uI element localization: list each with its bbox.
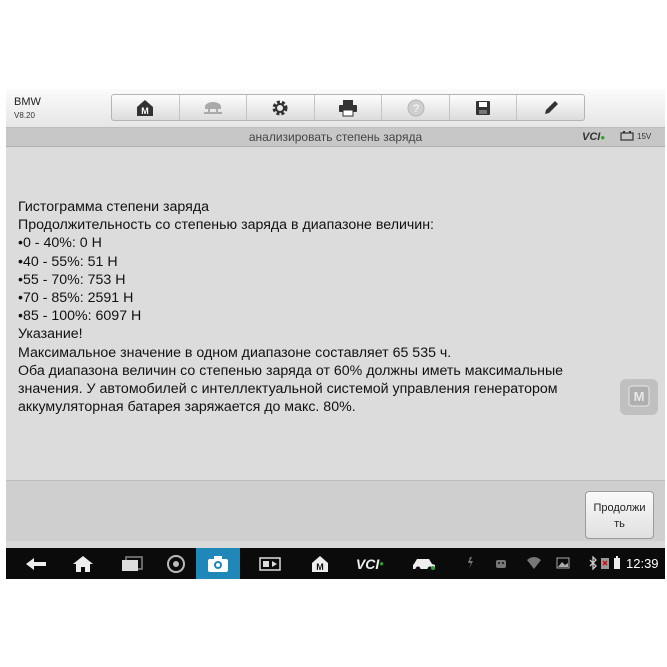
printer-icon <box>339 99 358 116</box>
charge-histogram-text: Гистограмма степени заряда Продолжительно… <box>18 198 563 416</box>
vci-button[interactable]: VCI ● <box>348 548 392 579</box>
text-line: •70 - 85%: 2591 Н <box>18 290 134 307</box>
maxisys-home-button[interactable]: M <box>300 548 340 579</box>
home-m-icon: M <box>137 99 154 116</box>
text-line: значения. У автомобилей с интеллектуальн… <box>18 381 558 398</box>
home-nav-button[interactable] <box>61 548 105 579</box>
page-title: анализировать степень заряда <box>248 130 423 144</box>
bluetooth-icon <box>588 555 598 575</box>
vci-connected-icon: ● <box>600 133 606 142</box>
wifi-icon <box>526 556 542 575</box>
vehicle-button[interactable] <box>404 548 444 579</box>
gear-icon <box>272 100 288 115</box>
print-button[interactable] <box>315 95 383 120</box>
lift-button[interactable] <box>180 95 248 120</box>
bottom-action-bar: Продолжить <box>6 480 665 541</box>
android-nav-bar: M VCI ● 12:39 <box>6 548 665 579</box>
svg-text:M: M <box>316 562 324 572</box>
edit-button[interactable] <box>517 95 584 120</box>
clock: 12:39 <box>626 556 659 571</box>
settings-button[interactable] <box>247 95 315 120</box>
usb-icon <box>464 556 476 575</box>
svg-text:M: M <box>634 389 645 404</box>
help-icon: ? <box>407 99 425 116</box>
save-button[interactable] <box>450 95 518 120</box>
car-battery-icon <box>620 131 634 141</box>
camera-button[interactable] <box>196 548 240 579</box>
vci-status: VCI● <box>582 131 605 143</box>
title-bar: анализировать степень заряда VCI● 15V <box>6 128 665 147</box>
text-line: •0 - 40%: 0 Н <box>18 235 102 252</box>
browser-button[interactable] <box>156 548 196 579</box>
continue-button[interactable]: Продолжить <box>585 491 654 539</box>
m-logo-icon: M <box>628 385 650 407</box>
car-icon <box>413 558 435 571</box>
svg-text:?: ? <box>413 103 419 115</box>
text-line: Указание! <box>18 326 83 343</box>
text-line: Максимальное значение в одном диапазоне … <box>18 344 452 361</box>
text-line: Оба диапазона величин со степенью заряда… <box>18 362 564 379</box>
display-button[interactable] <box>250 548 290 579</box>
top-bar: BMW V8.20 M ? <box>6 89 665 128</box>
save-icon <box>476 100 491 115</box>
back-button[interactable] <box>16 548 56 579</box>
battery-icon <box>613 556 621 575</box>
chrome-icon <box>167 554 185 573</box>
home-icon <box>73 555 93 572</box>
app-screen: BMW V8.20 M ? анализировать степень заря… <box>6 89 665 579</box>
content-area: Гистограмма степени заряда Продолжительно… <box>6 147 665 480</box>
toolbar: M ? <box>111 94 585 121</box>
android-debug-icon <box>494 556 508 575</box>
battery-voltage: 15V <box>637 131 652 141</box>
vci-nav-label: VCI <box>355 555 380 572</box>
floating-m-button[interactable]: M <box>620 379 658 415</box>
screen-record-icon <box>259 556 281 571</box>
home-m-icon: M <box>312 555 328 572</box>
text-line: •55 - 70%: 753 Н <box>18 271 126 288</box>
text-line: Гистограмма степени заряда <box>18 199 210 215</box>
car-lift-icon <box>203 101 222 114</box>
app-version: V8.20 <box>14 111 35 120</box>
vci-connected-icon: ● <box>379 559 385 568</box>
back-icon <box>26 557 46 570</box>
brand-block: BMW V8.20 <box>14 96 41 122</box>
recent-apps-button[interactable] <box>110 548 154 579</box>
vci-label: VCI <box>582 131 601 143</box>
text-line: аккумуляторная батарея заряжается до мак… <box>18 399 356 416</box>
home-button[interactable]: M <box>112 95 180 120</box>
no-sim-icon <box>600 556 610 575</box>
battery-status: 15V <box>620 131 651 141</box>
text-line: Продолжительность со степенью заряда в д… <box>18 217 434 234</box>
brand-name: BMW <box>14 96 41 108</box>
help-button[interactable]: ? <box>382 95 450 120</box>
pen-icon <box>544 100 558 114</box>
svg-text:M: M <box>142 106 150 116</box>
recent-apps-icon <box>122 555 143 571</box>
text-line: •85 - 100%: 6097 Н <box>18 308 142 325</box>
camera-icon <box>208 555 228 572</box>
image-icon <box>556 556 570 575</box>
text-line: •40 - 55%: 51 Н <box>18 253 118 270</box>
